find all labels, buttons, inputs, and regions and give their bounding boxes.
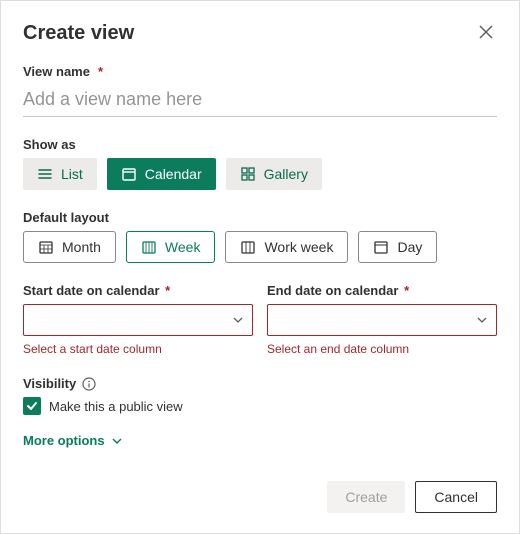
start-date-label: Start date on calendar * xyxy=(23,283,253,298)
show-as-section: Show as List Calendar Gallery xyxy=(23,137,497,190)
create-view-dialog: Create view View name* Show as List Cale… xyxy=(0,0,520,534)
dialog-footer: Create Cancel xyxy=(23,481,497,513)
default-layout-label: Default layout xyxy=(23,210,497,225)
info-icon xyxy=(82,377,96,391)
required-asterisk: * xyxy=(162,283,171,298)
close-button[interactable] xyxy=(475,21,497,46)
calendar-week-icon xyxy=(141,239,157,255)
view-name-section: View name* xyxy=(23,64,497,117)
more-options-link[interactable]: More options xyxy=(23,433,497,448)
default-layout-options: Month Week Work week Day xyxy=(23,231,497,263)
checkmark-icon xyxy=(26,400,38,412)
chevron-down-icon xyxy=(111,435,123,447)
end-date-label: End date on calendar * xyxy=(267,283,497,298)
end-date-select[interactable] xyxy=(267,304,497,336)
view-name-label: View name* xyxy=(23,64,497,79)
calendar-icon xyxy=(121,166,137,182)
show-as-calendar-button[interactable]: Calendar xyxy=(107,158,216,190)
start-date-column: Start date on calendar * Select a start … xyxy=(23,283,253,356)
required-asterisk: * xyxy=(98,64,103,79)
show-as-gallery-button[interactable]: Gallery xyxy=(226,158,322,190)
layout-day-button[interactable]: Day xyxy=(358,231,437,263)
gallery-icon xyxy=(240,166,256,182)
view-name-input[interactable] xyxy=(23,85,497,117)
end-date-column: End date on calendar * Select an end dat… xyxy=(267,283,497,356)
show-as-list-button[interactable]: List xyxy=(23,158,97,190)
end-date-error: Select an end date column xyxy=(267,342,497,356)
public-view-label: Make this a public view xyxy=(49,399,183,414)
calendar-workweek-icon xyxy=(240,239,256,255)
dialog-title: Create view xyxy=(23,22,134,45)
dialog-header: Create view xyxy=(23,21,497,46)
list-icon xyxy=(37,166,53,182)
start-date-error: Select a start date column xyxy=(23,342,253,356)
show-as-options: List Calendar Gallery xyxy=(23,158,497,190)
chevron-down-icon xyxy=(476,314,488,326)
required-asterisk: * xyxy=(400,283,409,298)
show-as-label: Show as xyxy=(23,137,497,152)
visibility-section: Visibility Make this a public view xyxy=(23,376,497,415)
visibility-checkbox-row: Make this a public view xyxy=(23,397,497,415)
layout-workweek-button[interactable]: Work week xyxy=(225,231,348,263)
cancel-button[interactable]: Cancel xyxy=(415,481,497,513)
layout-week-button[interactable]: Week xyxy=(126,231,216,263)
close-icon xyxy=(479,25,493,39)
create-button[interactable]: Create xyxy=(327,481,405,513)
layout-month-button[interactable]: Month xyxy=(23,231,116,263)
default-layout-section: Default layout Month Week Work week Day xyxy=(23,210,497,263)
public-view-checkbox[interactable] xyxy=(23,397,41,415)
calendar-day-icon xyxy=(373,239,389,255)
date-fields-row: Start date on calendar * Select a start … xyxy=(23,283,497,356)
calendar-month-icon xyxy=(38,239,54,255)
start-date-select[interactable] xyxy=(23,304,253,336)
chevron-down-icon xyxy=(232,314,244,326)
visibility-label: Visibility xyxy=(23,376,497,391)
